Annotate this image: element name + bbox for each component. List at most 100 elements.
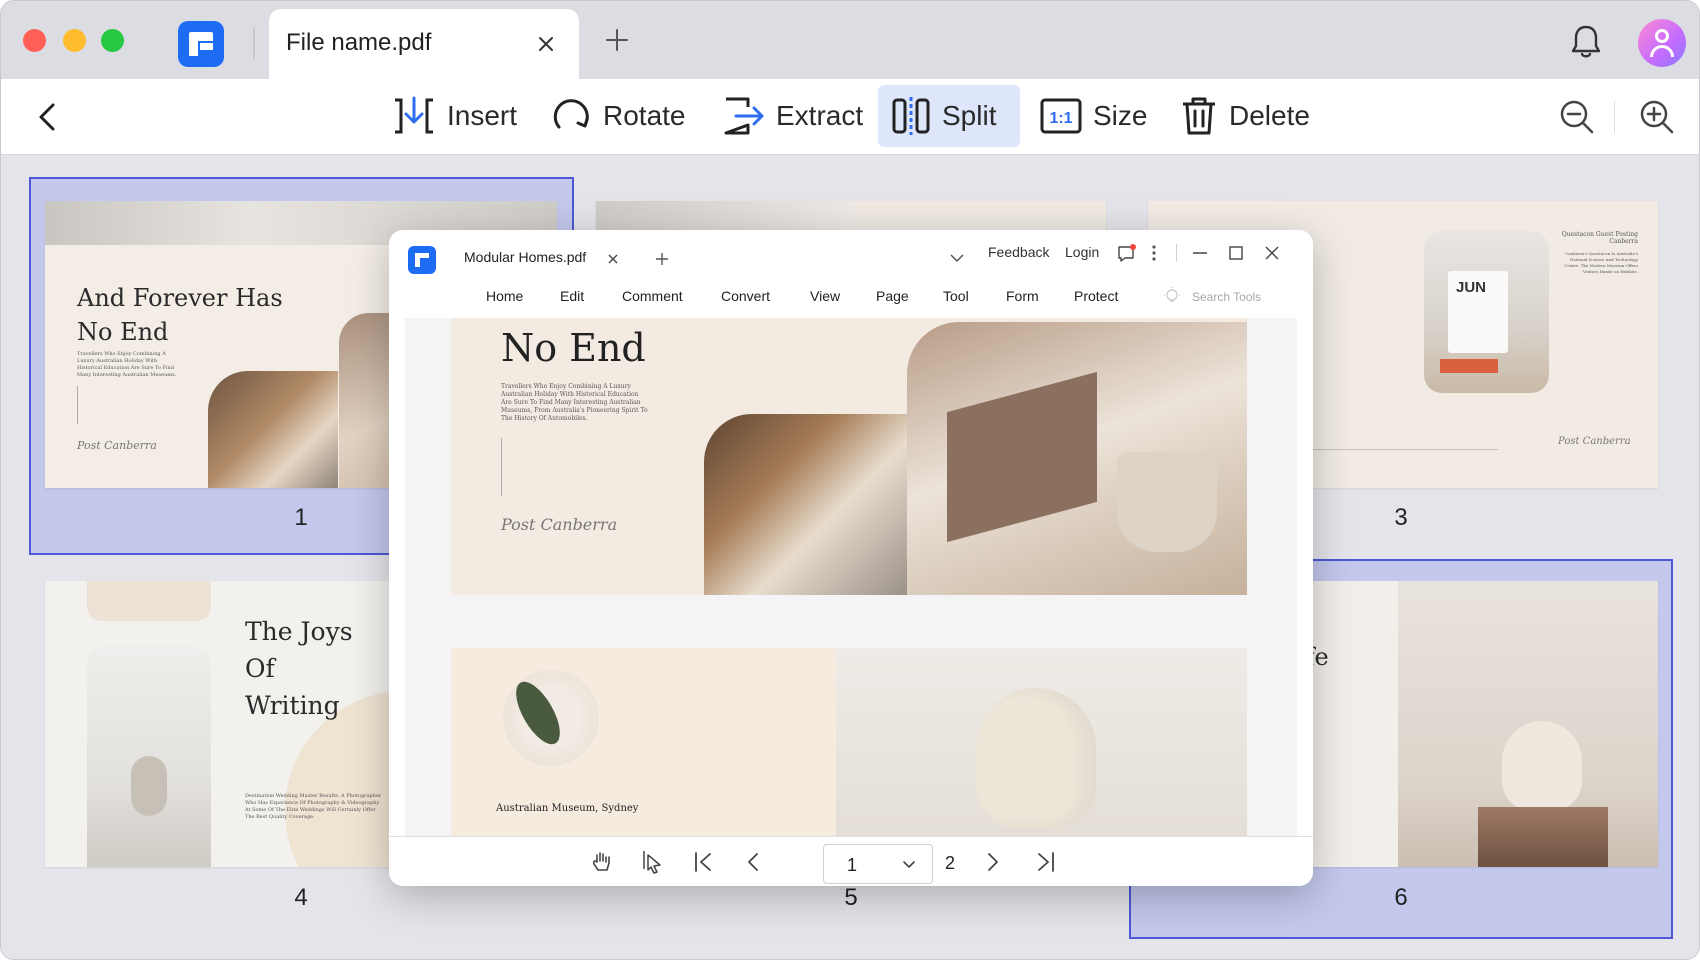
page-3-month: JUN	[1456, 279, 1487, 296]
zoom-in-icon[interactable]	[1637, 97, 1677, 137]
notification-bell-icon[interactable]	[1569, 23, 1603, 59]
close-tab-icon[interactable]	[537, 35, 555, 53]
page-1-line	[77, 386, 78, 424]
total-pages: 2	[945, 853, 956, 873]
app-window: File name.pdf Insert Rotate Extract Spli…	[0, 0, 1700, 960]
tab-file-name: File name.pdf	[286, 29, 432, 56]
hand-tool-icon[interactable]	[589, 849, 615, 875]
preview-chevron-down-icon[interactable]	[949, 253, 965, 263]
page-4-beige-block	[87, 581, 211, 621]
menu-home[interactable]: Home	[486, 288, 523, 304]
page-3-body: Canberra's Questacon Is Australia's Nati…	[1564, 251, 1638, 274]
menu-page[interactable]: Page	[876, 288, 909, 304]
page-3-calendar: JUN	[1448, 271, 1508, 353]
page-5-number: 5	[844, 884, 858, 911]
split-label: Split	[942, 100, 997, 131]
document-signature: Post Canberra	[501, 515, 618, 534]
back-arrow-icon[interactable]	[35, 99, 59, 135]
preview-app-logo-icon	[408, 246, 436, 274]
menu-protect[interactable]: Protect	[1074, 288, 1118, 304]
app-logo-icon	[178, 21, 224, 67]
split-icon	[892, 97, 930, 135]
maximize-window-button[interactable]	[101, 29, 124, 52]
delete-label: Delete	[1229, 100, 1310, 131]
page-3-heading: Questacon Guest Posting Canberra	[1561, 231, 1638, 245]
document-page-1: No End Travellers Who Enjoy Combining A …	[451, 318, 1247, 595]
size-button[interactable]: 1:1 Size	[1027, 85, 1159, 147]
page-number-select[interactable]: 1	[823, 844, 933, 884]
page-1-signature: Post Canberra	[77, 439, 157, 452]
new-tab-icon[interactable]	[605, 28, 629, 52]
page-1-body: Travellers Who Enjoy Combining A Luxury …	[77, 351, 177, 378]
page-toolbar: Insert Rotate Extract Split 1:1 Size Del…	[1, 79, 1699, 155]
page-4-body: Destination Wedding Master Results: A Ph…	[245, 793, 382, 820]
vase-photo	[836, 648, 1247, 836]
svg-text:1:1: 1:1	[1049, 110, 1072, 127]
insert-button[interactable]: Insert	[379, 85, 529, 147]
page-4-number: 4	[294, 884, 308, 911]
menu-comment[interactable]: Comment	[622, 288, 683, 304]
page-3-signature: Post Canberra	[1558, 436, 1631, 447]
preview-maximize-icon[interactable]	[1229, 246, 1243, 260]
page-1-title: And Forever Has No End	[77, 284, 283, 346]
preview-tab[interactable]: Modular Homes.pdf	[453, 238, 639, 278]
page-2-caption: Australian Museum, Sydney	[496, 803, 639, 814]
delete-button[interactable]: Delete	[1167, 85, 1322, 147]
preview-window: Modular Homes.pdf Feedback Login Home Ed…	[389, 230, 1313, 886]
document-title: No End	[501, 326, 646, 370]
preview-new-tab-icon[interactable]	[655, 252, 669, 266]
zoom-out-icon[interactable]	[1557, 97, 1597, 137]
document-viewport: No End Travellers Who Enjoy Combining A …	[405, 318, 1297, 836]
minimize-window-button[interactable]	[63, 29, 86, 52]
login-link[interactable]: Login	[1065, 244, 1099, 260]
menu-tool[interactable]: Tool	[943, 288, 969, 304]
menu-view[interactable]: View	[810, 288, 840, 304]
menu-form[interactable]: Form	[1006, 288, 1039, 304]
close-window-button[interactable]	[23, 29, 46, 52]
tab-file[interactable]: File name.pdf	[269, 9, 579, 79]
first-page-icon[interactable]	[693, 851, 715, 873]
preview-minimize-icon[interactable]	[1193, 252, 1207, 254]
menu-convert[interactable]: Convert	[721, 288, 770, 304]
page-select-chevron-icon	[903, 861, 915, 868]
insert-icon	[395, 96, 433, 134]
leaf-circle-photo	[503, 670, 599, 766]
insert-label: Insert	[447, 100, 518, 131]
last-page-icon[interactable]	[1034, 851, 1056, 873]
rotate-icon	[553, 99, 589, 129]
page-4-vase-photo	[87, 646, 211, 867]
next-page-icon[interactable]	[985, 851, 1001, 873]
preview-close-tab-icon[interactable]	[608, 254, 618, 264]
document-vertical-rule	[501, 438, 502, 496]
page-1-number: 1	[294, 504, 308, 531]
size-icon: 1:1	[1040, 98, 1082, 134]
zoom-divider	[1614, 101, 1615, 133]
menu-edit[interactable]: Edit	[560, 288, 584, 304]
feedback-link[interactable]: Feedback	[988, 244, 1049, 260]
message-icon[interactable]	[1117, 244, 1137, 264]
user-avatar[interactable]	[1638, 19, 1686, 67]
select-tool-icon[interactable]	[640, 849, 666, 875]
document-body-text: Travellers Who Enjoy Combining A Luxury …	[501, 383, 648, 422]
titlebar-divider	[253, 27, 255, 59]
page-3-calendar-photo: JUN	[1424, 231, 1549, 393]
extract-button[interactable]: Extract	[708, 85, 875, 147]
chair-photo	[704, 414, 907, 595]
page-6-vase-photo	[1398, 581, 1658, 867]
page-3-rule	[1298, 449, 1498, 450]
preview-window-divider	[1176, 244, 1177, 262]
search-tools-input[interactable]: Search Tools	[1192, 290, 1261, 304]
extract-icon	[724, 97, 764, 135]
rotate-button[interactable]: Rotate	[539, 85, 698, 147]
page-6-number: 6	[1394, 884, 1408, 911]
title-bar: File name.pdf	[1, 1, 1699, 79]
glasses-coffee-photo	[907, 322, 1247, 595]
split-button[interactable]: Split	[878, 85, 1020, 147]
more-options-icon[interactable]	[1151, 244, 1157, 262]
trash-icon	[1183, 97, 1215, 135]
current-page-value: 1	[847, 855, 858, 875]
size-label: Size	[1093, 100, 1148, 131]
preview-close-icon[interactable]	[1265, 246, 1279, 260]
page-3-number: 3	[1394, 504, 1408, 531]
previous-page-icon[interactable]	[745, 851, 761, 873]
